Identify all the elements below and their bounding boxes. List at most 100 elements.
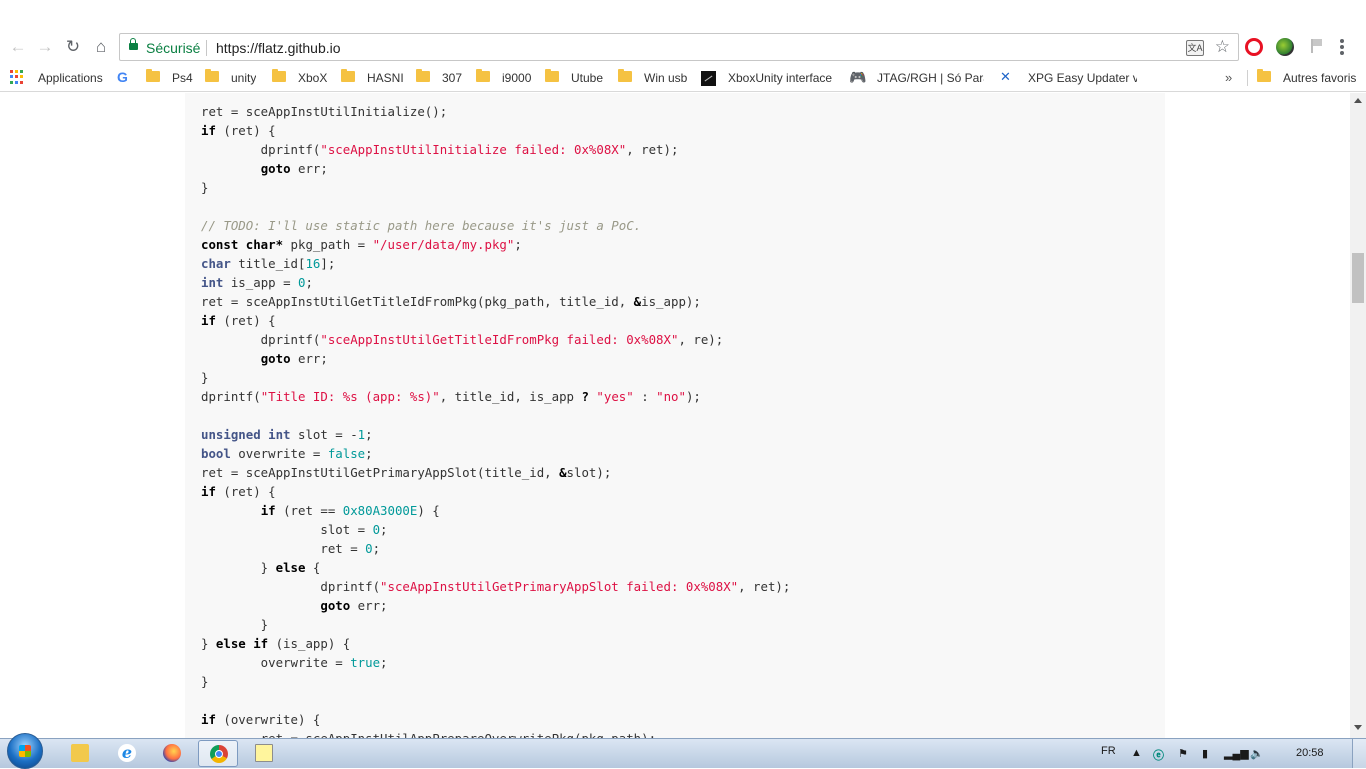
language-indicator[interactable]: FR — [1101, 745, 1116, 757]
code-line: } — [201, 178, 208, 197]
code-token: dprintf( — [201, 332, 321, 347]
battery-icon[interactable]: ▮ — [1202, 747, 1208, 760]
star-icon[interactable]: ☆ — [1215, 37, 1230, 57]
address-bar[interactable]: Sécurisé https://flatz.github.io 文A ☆ — [119, 33, 1239, 61]
code-line: } — [201, 615, 268, 634]
code-token: ]; — [320, 256, 336, 271]
bookmark-307[interactable]: 307 — [442, 70, 462, 86]
code-line: dprintf("Title ID: %s (app: %s)", title_… — [201, 387, 701, 406]
forward-arrow-icon[interactable]: → — [34, 36, 56, 58]
taskbar-ie[interactable]: e — [107, 740, 147, 767]
globe-icon[interactable] — [1276, 38, 1294, 56]
code-token: err; — [290, 351, 328, 366]
code-token: (ret == — [275, 503, 343, 518]
folder-icon — [618, 69, 632, 82]
volume-icon[interactable]: 🔈 — [1250, 747, 1264, 760]
bookmark-other-favorites[interactable]: Autres favoris — [1283, 70, 1356, 86]
flag-icon[interactable] — [1311, 39, 1323, 53]
translate-icon[interactable]: 文A — [1186, 40, 1204, 56]
code-line: ret = sceAppInstUtilAppPrepareOverwriteP… — [201, 729, 656, 738]
clock[interactable]: 20:58 — [1296, 747, 1324, 759]
opera-icon[interactable] — [1245, 38, 1263, 56]
page-viewport: ret = sceAppInstUtilInitialize(); if (ret… — [0, 93, 1350, 738]
folder-icon — [416, 69, 430, 82]
code-token: if — [201, 712, 216, 727]
google-icon[interactable]: G — [117, 69, 128, 85]
apps-icon[interactable] — [10, 70, 24, 84]
code-line: goto err; — [201, 596, 387, 615]
code-line: dprintf("sceAppInstUtilGetTitleIdFromPkg… — [201, 330, 724, 349]
scroll-thumb[interactable] — [1352, 253, 1364, 303]
code-token: } — [201, 674, 209, 689]
code-token: ret = sceAppInstUtilGetPrimaryAppSlot(ti… — [201, 465, 560, 480]
start-orb-icon[interactable] — [7, 733, 43, 769]
bookmark-win-usb[interactable]: Win usb — [644, 70, 687, 86]
action-center-flag-icon[interactable]: ⚑ — [1178, 747, 1188, 760]
code-token: ret = sceAppInstUtilInitialize(); — [201, 104, 448, 119]
code-line: const char* pkg_path = "/user/data/my.pk… — [201, 235, 522, 254]
code-token: ret = — [201, 541, 366, 556]
bookmark-hasni[interactable]: HASNI — [367, 70, 404, 86]
code-token: 0 — [372, 522, 381, 537]
code-token: ? — [581, 389, 589, 404]
bookmarks-bar: Applications G Ps4 unity XboX HASNI 307 … — [0, 64, 1366, 92]
bookmark-utube[interactable]: Utube — [571, 70, 603, 86]
bookmarks-divider — [1247, 70, 1248, 86]
tray-expand-icon[interactable]: ▲ — [1131, 747, 1142, 759]
bookmark-jtag-rgh[interactable]: JTAG/RGH | Só Para — [877, 70, 984, 86]
code-line: ret = sceAppInstUtilGetTitleIdFromPkg(pk… — [201, 292, 701, 311]
code-token: goto — [260, 161, 291, 176]
code-token: } — [201, 370, 209, 385]
bookmark-xpg-easy-updater[interactable]: XPG Easy Updater v0 — [1028, 70, 1137, 86]
code-token: is_app = — [223, 275, 298, 290]
taskbar-firefox[interactable] — [152, 740, 192, 767]
taskbar-explorer[interactable] — [60, 740, 100, 767]
code-token: "sceAppInstUtilGetTitleIdFromPkg failed:… — [320, 332, 679, 347]
chrome-icon — [210, 745, 228, 763]
code-line: goto err; — [201, 349, 328, 368]
bookmark-ps4[interactable]: Ps4 — [172, 70, 193, 86]
code-line: } else { — [201, 558, 321, 577]
code-line: } — [201, 672, 208, 691]
code-line: slot = 0; — [201, 520, 387, 539]
scroll-up-arrow-icon[interactable] — [1354, 98, 1362, 103]
code-token: 0 — [365, 541, 373, 556]
code-token: is_app); — [641, 294, 701, 309]
lock-icon — [129, 38, 138, 52]
code-token: , title_id, is_app — [439, 389, 582, 404]
menu-icon[interactable] — [1340, 39, 1344, 55]
code-token: , re); — [678, 332, 724, 347]
xpg-icon: ✕ — [1000, 69, 1011, 84]
home-icon[interactable]: ⌂ — [90, 36, 112, 58]
reload-icon[interactable]: ↻ — [62, 36, 84, 58]
code-token: ); — [685, 389, 701, 404]
code-line: if (ret == 0x80A3000E) { — [201, 501, 440, 520]
network-icon[interactable]: ▂▄▆ — [1224, 747, 1249, 760]
bookmark-xboxunity-interface[interactable]: XboxUnity interface — [728, 70, 835, 86]
folder-icon — [1257, 69, 1271, 82]
scroll-down-arrow-icon[interactable] — [1354, 725, 1362, 730]
code-token: 0x80A3000E — [342, 503, 418, 518]
show-desktop-button[interactable] — [1352, 739, 1366, 768]
bookmark-applications[interactable]: Applications — [38, 70, 103, 86]
taskbar-chrome[interactable] — [198, 740, 238, 767]
code-token: (overwrite) { — [215, 712, 321, 727]
firefox-icon — [163, 744, 181, 762]
code-token: slot); — [566, 465, 612, 480]
code-line: char title_id[16]; — [201, 254, 335, 273]
bookmark-xbox[interactable]: XboX — [298, 70, 327, 86]
code-line: } else if (is_app) { — [201, 634, 350, 653]
bookmark-unity[interactable]: unity — [231, 70, 256, 86]
code-token: "sceAppInstUtilInitialize failed: 0x%08X… — [320, 142, 627, 157]
tray-app-icon[interactable]: ⓔ — [1153, 747, 1164, 763]
bookmark-i9000[interactable]: i9000 — [502, 70, 531, 86]
code-token: // TODO: I'll use static path here becau… — [201, 218, 642, 233]
taskbar-notepad[interactable] — [244, 740, 284, 767]
back-arrow-icon[interactable]: ← — [7, 36, 29, 58]
bookmarks-overflow-button[interactable]: » — [1225, 70, 1232, 85]
code-token: char — [201, 256, 231, 271]
url-text[interactable]: https://flatz.github.io — [216, 40, 341, 56]
vertical-scrollbar[interactable] — [1350, 93, 1366, 738]
code-token: , ret); — [738, 579, 791, 594]
code-token: "no" — [656, 389, 686, 404]
